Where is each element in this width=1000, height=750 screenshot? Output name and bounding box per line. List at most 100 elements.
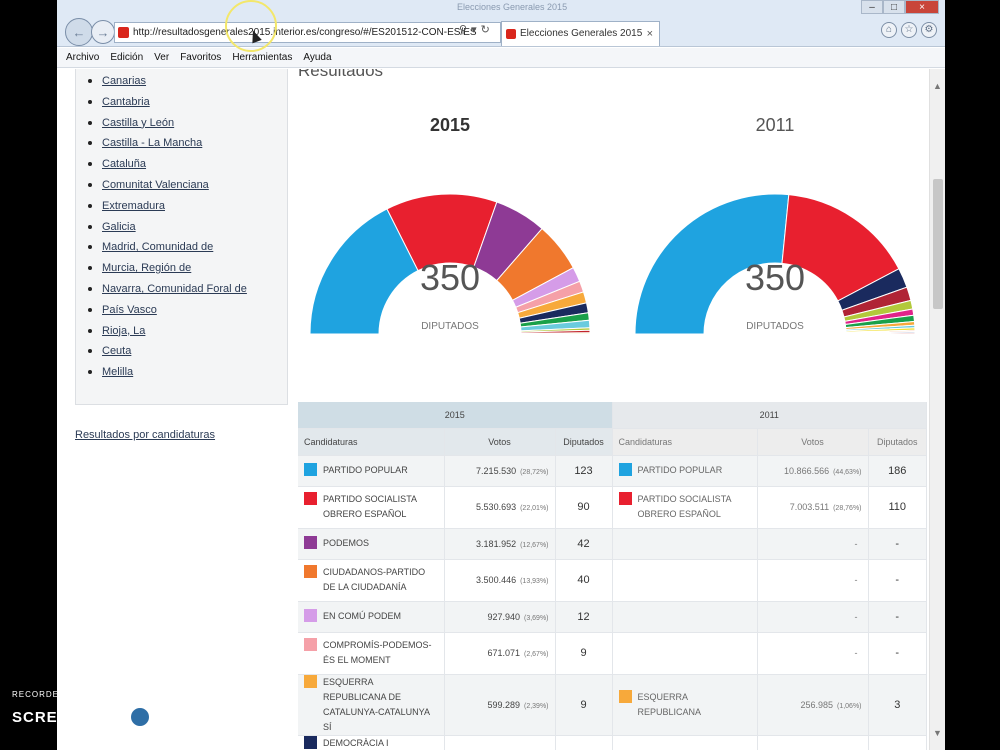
votes-2015: 671.071 (2,67%) (444, 632, 556, 675)
cursor-highlight-ring (225, 0, 277, 52)
seats-2015: 42 (555, 528, 613, 560)
minimize-button[interactable]: – (861, 0, 883, 14)
party-name-2011: PARTIDO POPULAR (637, 465, 723, 475)
seats-2015 (555, 735, 613, 750)
region-link[interactable]: Comunitat Valenciana (102, 179, 209, 191)
table-year-2015: 2015 (298, 402, 613, 429)
region-link[interactable]: Ceuta (102, 345, 131, 357)
party-color-swatch (304, 638, 317, 651)
forward-button[interactable]: → (91, 20, 115, 44)
close-tab-icon[interactable]: × (647, 22, 653, 46)
total-seats-2015: 350 (419, 257, 481, 298)
seats-2011: - (868, 528, 927, 560)
votes-2015 (444, 735, 556, 750)
seat-slice-2011-gbai[interactable] (845, 332, 916, 335)
menu-bar: Archivo Edición Ver Favoritos Herramient… (57, 48, 945, 68)
party-name-2011: ESQUERRA REPUBLICANA (637, 691, 702, 717)
votes-2011: 256.985 (1,06%) (757, 674, 869, 736)
region-link[interactable]: Canarias (102, 75, 146, 87)
votes-2011: 10.866.566 (44,63%) (757, 455, 869, 487)
votes-value: 7.215.530 (476, 465, 517, 476)
col-votos-2011: Votos (757, 428, 869, 456)
menu-edicion[interactable]: Edición (110, 48, 143, 67)
region-list: Canarias Cantabria Castilla y León Castilla… (76, 69, 287, 384)
menu-herramientas[interactable]: Herramientas (232, 48, 292, 67)
chart-title-2011: 2011 (755, 115, 795, 135)
tab-favicon-icon (506, 29, 516, 39)
candidacy-2015: PARTIDO SOCIALISTA OBRERO ESPAÑOL (298, 486, 445, 529)
maximize-button[interactable]: □ (883, 0, 905, 14)
votes-value: 599.289 (487, 699, 520, 710)
party-color-swatch (618, 463, 632, 476)
candidacy-2015: DEMOCRÀCIA I LLIBERTAT. CONVERGÈNCIA (298, 735, 445, 750)
party-color-swatch (618, 689, 632, 703)
party-name: CIUDADANOS-PARTIDO DE LA CIUDADANÍA (323, 567, 426, 592)
back-button[interactable]: ← (65, 18, 93, 46)
settings-gear-icon[interactable]: ⚙ (921, 22, 937, 38)
search-icon[interactable]: ⚲ (459, 24, 471, 36)
table-year-2011: 2011 (612, 402, 927, 429)
sidebar-region-item: País Vasco (88, 301, 287, 322)
scroll-down-icon[interactable]: ▼ (933, 728, 942, 738)
votes-2015: 927.940 (3,69%) (444, 601, 556, 633)
seat-distribution-charts (309, 193, 916, 335)
tab-active[interactable]: Elecciones Generales 2015 × (501, 21, 660, 46)
scroll-up-icon[interactable]: ▲ (933, 81, 942, 91)
votes-2011: - (757, 528, 869, 560)
sidebar-region-item: Madrid, Comunidad de (88, 238, 287, 259)
region-link[interactable]: Cantabria (102, 96, 150, 108)
scroll-thumb[interactable] (933, 179, 943, 309)
seat-slice-2015-cca[interactable] (520, 332, 591, 335)
votes-2015: 7.215.530 (28,72%) (444, 455, 556, 487)
candidacy-2015: PARTIDO POPULAR (298, 455, 445, 487)
watermark-line1: RECORDED WITH (12, 690, 94, 699)
region-link[interactable]: Galicia (102, 221, 136, 233)
candidacy-2011 (612, 735, 758, 750)
region-link[interactable]: Rioja, La (102, 325, 145, 337)
region-link[interactable]: Melilla (102, 366, 133, 378)
seats-2015: 9 (555, 632, 613, 675)
region-link[interactable]: Castilla y León (102, 117, 174, 129)
votes-2015: 3.181.952 (12,67%) (444, 528, 556, 560)
sidebar-region-item: Castilla y León (88, 114, 287, 135)
region-link[interactable]: Navarra, Comunidad Foral de (102, 283, 247, 295)
menu-favoritos[interactable]: Favoritos (180, 48, 221, 67)
votes-value-2011: 7.003.511 (789, 502, 830, 512)
votes-percent-2011: (1,06%) (836, 702, 862, 710)
sidebar-region-item: Extremadura (88, 197, 287, 218)
candidacy-2015: CIUDADANOS-PARTIDO DE LA CIUDADANÍA (298, 559, 445, 602)
votes-2011: 7.003.511 (28,76%) (757, 486, 869, 529)
refresh-icon[interactable]: ↻ (481, 24, 494, 36)
screencast-watermark: RECORDED WITH SCREENCAST MATIC (12, 690, 207, 729)
region-link[interactable]: Cataluña (102, 158, 146, 170)
address-bar[interactable]: http://resultadosgenerales2015.interior.… (114, 22, 501, 43)
votes-value: 3.181.952 (476, 538, 517, 549)
votes-2011: - (757, 601, 869, 633)
menu-ayuda[interactable]: Ayuda (303, 48, 331, 67)
menu-ver[interactable]: Ver (154, 48, 169, 67)
seats-2011: 186 (868, 455, 927, 487)
party-name: COMPROMÍS-PODEMOS-ÉS EL MOMENT (323, 640, 432, 665)
region-link[interactable]: Murcia, Región de (102, 262, 191, 274)
votes-value-2011: - (854, 538, 858, 549)
region-link[interactable]: Madrid, Comunidad de (102, 241, 213, 253)
col-diputados-2015: Diputados (555, 428, 613, 456)
menu-archivo[interactable]: Archivo (66, 48, 99, 67)
region-link[interactable]: Extremadura (102, 200, 165, 212)
results-by-candidacy-link[interactable]: Resultados por candidaturas (75, 429, 215, 441)
vertical-scrollbar[interactable]: ▲ ▼ (929, 69, 945, 750)
candidacy-2011 (612, 601, 758, 633)
close-window-button[interactable]: × (905, 0, 939, 14)
region-link[interactable]: Castilla - La Mancha (102, 137, 202, 149)
votes-percent: (2,39%) (523, 702, 549, 710)
sidebar-region-item: Rioja, La (88, 322, 287, 343)
party-name: PARTIDO SOCIALISTA OBRERO ESPAÑOL (323, 494, 417, 519)
region-link[interactable]: País Vasco (102, 304, 157, 316)
col-votos-2015: Votos (444, 428, 556, 456)
dropdown-icon[interactable]: ▾ (471, 24, 481, 36)
party-name: EN COMÚ PODEM (323, 611, 402, 621)
home-icon[interactable]: ⌂ (881, 22, 897, 38)
favorites-star-icon[interactable]: ☆ (901, 22, 917, 38)
votes-2011: - (757, 559, 869, 602)
address-bar-actions[interactable]: ⚲▾↻ (459, 23, 494, 36)
